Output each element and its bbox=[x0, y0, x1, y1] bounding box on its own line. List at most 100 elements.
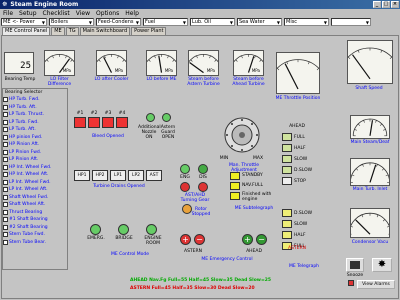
eng-led[interactable] bbox=[180, 164, 190, 174]
bearing-checkbox[interactable] bbox=[3, 149, 8, 155]
bleed-button-3[interactable] bbox=[102, 117, 114, 128]
maximize-button[interactable]: □ bbox=[382, 1, 390, 8]
ast-led[interactable] bbox=[180, 182, 190, 192]
bearing-item[interactable]: LP Int. Wheel Aft. bbox=[3, 186, 67, 194]
telegraph-ahead-slow-button[interactable] bbox=[282, 155, 292, 163]
standby-button[interactable] bbox=[230, 172, 240, 180]
tab-me[interactable]: ME bbox=[51, 27, 65, 35]
bearing-checkbox[interactable] bbox=[3, 224, 8, 230]
bridge-led[interactable] bbox=[118, 224, 129, 235]
dis-led[interactable] bbox=[198, 164, 208, 174]
view-alarms-button[interactable]: View Alarms bbox=[357, 280, 395, 289]
bearing-item[interactable]: Stern Tube Bear. bbox=[3, 239, 67, 247]
bearing-checkbox[interactable] bbox=[3, 187, 8, 193]
toolbar-dropdown-1[interactable]: Boilers ▼ bbox=[49, 18, 94, 26]
finished-button[interactable] bbox=[230, 192, 240, 200]
menu-options[interactable]: Options bbox=[96, 10, 119, 17]
toolbar-dropdown-3[interactable]: Fuel ▼ bbox=[143, 18, 188, 26]
bearing-checkbox[interactable] bbox=[3, 164, 8, 170]
bearing-item[interactable]: Stern Tube Fwd. bbox=[3, 231, 67, 239]
bearing-item[interactable]: #2 Shaft Bearing bbox=[3, 224, 67, 232]
drain-button-hp2[interactable]: HP2 bbox=[92, 170, 108, 181]
bearing-checkbox[interactable] bbox=[3, 97, 8, 103]
close-button[interactable]: × bbox=[391, 1, 399, 8]
bearing-checkbox[interactable] bbox=[3, 194, 8, 200]
bearing-item[interactable]: LP Int. Wheel Fwd. bbox=[3, 179, 67, 187]
astern-plus-button[interactable]: + bbox=[180, 234, 191, 245]
minimize-button[interactable]: _ bbox=[373, 1, 381, 8]
bearing-checkbox[interactable] bbox=[3, 104, 8, 110]
bearing-item[interactable]: HP Int. Wheel Fwd. bbox=[3, 164, 67, 172]
emerg-led[interactable] bbox=[90, 224, 101, 235]
bearing-item[interactable]: HP Pinion Aft. bbox=[3, 141, 67, 149]
bleed-button-4[interactable] bbox=[116, 117, 128, 128]
toolbar-dropdown-0[interactable]: ME <- Power ▼ bbox=[1, 18, 47, 26]
bearing-checkbox[interactable] bbox=[3, 119, 8, 125]
toolbar-dropdown-4[interactable]: Lub. Oil ▼ bbox=[190, 18, 235, 26]
ahead-plus-button[interactable]: + bbox=[242, 234, 253, 245]
bleed-button-1[interactable] bbox=[74, 117, 86, 128]
bearing-checkbox[interactable] bbox=[3, 127, 8, 133]
bearing-checkbox[interactable] bbox=[3, 142, 8, 148]
telegraph-astern-d-slow-button[interactable] bbox=[282, 209, 292, 217]
bearing-checkbox[interactable] bbox=[3, 209, 8, 215]
bearing-item[interactable]: LP Pinion Aft. bbox=[3, 156, 67, 164]
drain-button-lp1[interactable]: LP1 bbox=[110, 170, 126, 181]
toolbar-dropdown-5[interactable]: Sea Water ▼ bbox=[237, 18, 282, 26]
bearing-checkbox[interactable] bbox=[3, 172, 8, 178]
bearing-item[interactable]: Shaft Wheel Fwd. bbox=[3, 194, 67, 202]
bearing-item[interactable]: HP pinion Fwd. bbox=[3, 134, 67, 142]
telegraph-ahead-half-button[interactable] bbox=[282, 144, 292, 152]
drain-button-ast[interactable]: AST bbox=[146, 170, 162, 181]
tab-power-plant[interactable]: Power Plant bbox=[131, 27, 167, 35]
bearing-checkbox[interactable] bbox=[3, 134, 8, 140]
bearing-item[interactable]: #1 Shaft Bearing bbox=[3, 216, 67, 224]
bearing-item[interactable]: Thrust Bearing bbox=[3, 209, 67, 217]
tab-me-control-panel[interactable]: ME Control Panel bbox=[2, 27, 51, 35]
bearing-item[interactable]: Shaft Wheel Aft. bbox=[3, 201, 67, 209]
bearing-checkbox[interactable] bbox=[3, 239, 8, 245]
chevron-down-icon: ▼ bbox=[229, 19, 233, 25]
bearing-checkbox[interactable] bbox=[3, 157, 8, 163]
toolbar-dropdown-6[interactable]: Misc ▼ bbox=[284, 18, 329, 26]
menu-view[interactable]: View bbox=[76, 10, 90, 17]
bearing-item[interactable]: LP Turb. Fwd. bbox=[3, 119, 67, 127]
drain-button-hp1[interactable]: HP1 bbox=[74, 170, 90, 181]
menu-setup[interactable]: Setup bbox=[19, 10, 36, 17]
toolbar-dropdown-2[interactable]: Feed-Condens ▼ bbox=[96, 18, 141, 26]
bearing-item[interactable]: HP Int. Wheel Aft. bbox=[3, 171, 67, 179]
bearing-item[interactable]: LP Pinion Fwd. bbox=[3, 149, 67, 157]
telegraph-astern-half-button[interactable] bbox=[282, 231, 292, 239]
astern-minus-button[interactable]: − bbox=[194, 234, 205, 245]
throttle-handwheel[interactable] bbox=[222, 115, 262, 155]
tab-tg[interactable]: TG bbox=[65, 27, 79, 35]
ahead-minus-button[interactable]: − bbox=[256, 234, 267, 245]
menu-file[interactable]: File bbox=[3, 10, 13, 17]
drain-button-lp2[interactable]: LP2 bbox=[128, 170, 144, 181]
telegraph-ahead-label: FULL bbox=[294, 134, 305, 140]
bearing-checkbox[interactable] bbox=[3, 179, 8, 185]
bleed-button-2[interactable] bbox=[88, 117, 100, 128]
bearing-checkbox[interactable] bbox=[3, 217, 8, 223]
bearing-checkbox[interactable] bbox=[3, 112, 8, 118]
nav-full-button[interactable] bbox=[230, 182, 240, 190]
telegraph-ahead-full-button[interactable] bbox=[282, 133, 292, 141]
telegraph-ahead-stop-button[interactable] bbox=[282, 177, 292, 185]
telegraph-ahead-d-slow-button[interactable] bbox=[282, 166, 292, 174]
bearing-checkbox[interactable] bbox=[3, 202, 8, 208]
telegraph-astern-slow-button[interactable] bbox=[282, 220, 292, 228]
bearing-item[interactable]: HP Turb. Fwd. bbox=[3, 96, 67, 104]
gauge-unit: MPa bbox=[164, 68, 173, 73]
alarm-icon[interactable]: ✸ bbox=[372, 258, 392, 272]
menu-help[interactable]: Help bbox=[125, 10, 139, 17]
snooze-button[interactable] bbox=[346, 258, 364, 272]
ahd-led[interactable] bbox=[198, 182, 208, 192]
toolbar-dropdown-7[interactable]: ▼ bbox=[331, 18, 371, 26]
bearing-item[interactable]: HP Turb. Aft. bbox=[3, 104, 67, 112]
bearing-item[interactable]: LP Turb. Aft. bbox=[3, 126, 67, 134]
bearing-checkbox[interactable] bbox=[3, 232, 8, 238]
menu-checklist[interactable]: Checklist bbox=[43, 10, 70, 17]
engine-room-led[interactable] bbox=[146, 224, 157, 235]
bearing-item[interactable]: LP Turb. Thrust. bbox=[3, 111, 67, 119]
tab-main-switchboard[interactable]: Main Switchboard bbox=[79, 27, 131, 35]
